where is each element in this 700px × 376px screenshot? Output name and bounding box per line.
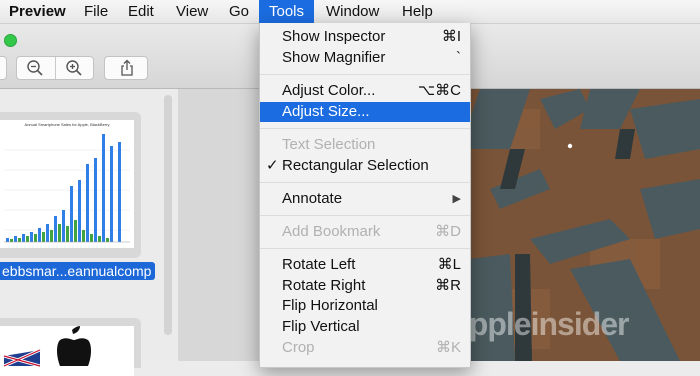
menu-item-label: Flip Vertical <box>282 318 360 335</box>
menu-file[interactable]: File <box>75 0 117 23</box>
menu-separator <box>260 248 470 249</box>
menu-bar: Preview File Edit View Go Tools Window H… <box>0 0 700 24</box>
menu-item-label: Text Selection <box>282 136 376 153</box>
menu-item-label: Show Magnifier <box>282 49 386 66</box>
thumbnail-chart-image: Annual Smartphone Sales for Apple, Black… <box>0 120 134 248</box>
menu-item-label: Flip Horizontal <box>282 297 378 314</box>
page-thumbnail[interactable]: Annual Smartphone Sales for Apple, Black… <box>0 112 141 258</box>
menu-edit[interactable]: Edit <box>119 0 163 23</box>
menu-item-rectangular-selection[interactable]: ✓ Rectangular Selection <box>260 156 470 176</box>
menu-item-text-selection: Text Selection <box>260 135 470 155</box>
menu-item-add-bookmark: Add Bookmark ⌘D <box>260 222 470 242</box>
menu-item-label: Annotate <box>282 190 343 207</box>
menu-item-label: Rotate Right <box>282 277 366 294</box>
menu-item-shortcut: ⌘L <box>437 256 461 273</box>
menu-item-crop: Crop ⌘K <box>260 338 470 358</box>
menu-separator <box>260 74 470 75</box>
menu-item-label: Adjust Color... <box>282 82 376 99</box>
menu-preview[interactable]: Preview <box>0 0 75 23</box>
menu-item-adjust-size[interactable]: Adjust Size... <box>260 102 470 122</box>
share-button[interactable] <box>104 56 148 80</box>
menu-item-rotate-right[interactable]: Rotate Right ⌘R <box>260 276 470 296</box>
menu-item-shortcut: ⌘R <box>435 277 461 294</box>
menu-separator <box>260 128 470 129</box>
menu-separator <box>260 215 470 216</box>
menu-item-shortcut: ⌘I <box>441 28 461 45</box>
menu-view[interactable]: View <box>167 0 217 23</box>
thumbnail-chart-graphic <box>4 134 130 243</box>
menu-item-shortcut: ` <box>456 49 461 66</box>
menu-help[interactable]: Help <box>393 0 442 23</box>
watermark-text: appleinsider <box>452 306 629 342</box>
menu-item-label: Crop <box>282 339 315 356</box>
thumbnail-filename-label[interactable]: ebbsmar...eannualcomp <box>0 262 156 280</box>
menu-item-label: Rotate Left <box>282 256 356 273</box>
menu-item-shortcut: ⌘K <box>435 339 461 356</box>
menu-item-flip-vertical[interactable]: Flip Vertical <box>260 317 470 337</box>
submenu-arrow-icon: ▶ <box>452 193 461 205</box>
menu-tools[interactable]: Tools <box>259 0 315 23</box>
zoom-window-button[interactable] <box>4 34 17 47</box>
sidebar-scrollbar[interactable] <box>164 95 172 335</box>
menu-item-label: Adjust Size... <box>282 103 370 120</box>
menu-separator <box>260 182 470 183</box>
thumbnail-logo-image <box>0 326 134 376</box>
menu-item-flip-horizontal[interactable]: Flip Horizontal <box>260 296 470 316</box>
menu-item-shortcut: ⌥⌘C <box>417 82 461 99</box>
menu-item-shortcut: ⌘D <box>435 223 461 240</box>
menu-item-adjust-color[interactable]: Adjust Color... ⌥⌘C <box>260 81 470 101</box>
tools-menu: Show Inspector ⌘I Show Magnifier ` Adjus… <box>259 23 471 368</box>
menu-go[interactable]: Go <box>220 0 258 23</box>
segment-divider <box>55 57 56 79</box>
sidebar-toggle-button[interactable] <box>0 56 7 80</box>
menu-item-annotate[interactable]: Annotate ▶ <box>260 189 470 209</box>
apple-logo-icon <box>3 326 91 368</box>
menu-item-label: Show Inspector <box>282 28 386 45</box>
menu-item-show-inspector[interactable]: Show Inspector ⌘I <box>260 27 470 47</box>
menu-item-label: Rectangular Selection <box>282 157 429 174</box>
menu-item-label: Add Bookmark <box>282 223 381 240</box>
zoom-segmented-control <box>16 56 94 80</box>
menu-item-show-magnifier[interactable]: Show Magnifier ` <box>260 48 470 68</box>
menu-item-rotate-left[interactable]: Rotate Left ⌘L <box>260 255 470 275</box>
checkmark-icon: ✓ <box>266 157 279 174</box>
menu-window[interactable]: Window <box>317 0 388 23</box>
